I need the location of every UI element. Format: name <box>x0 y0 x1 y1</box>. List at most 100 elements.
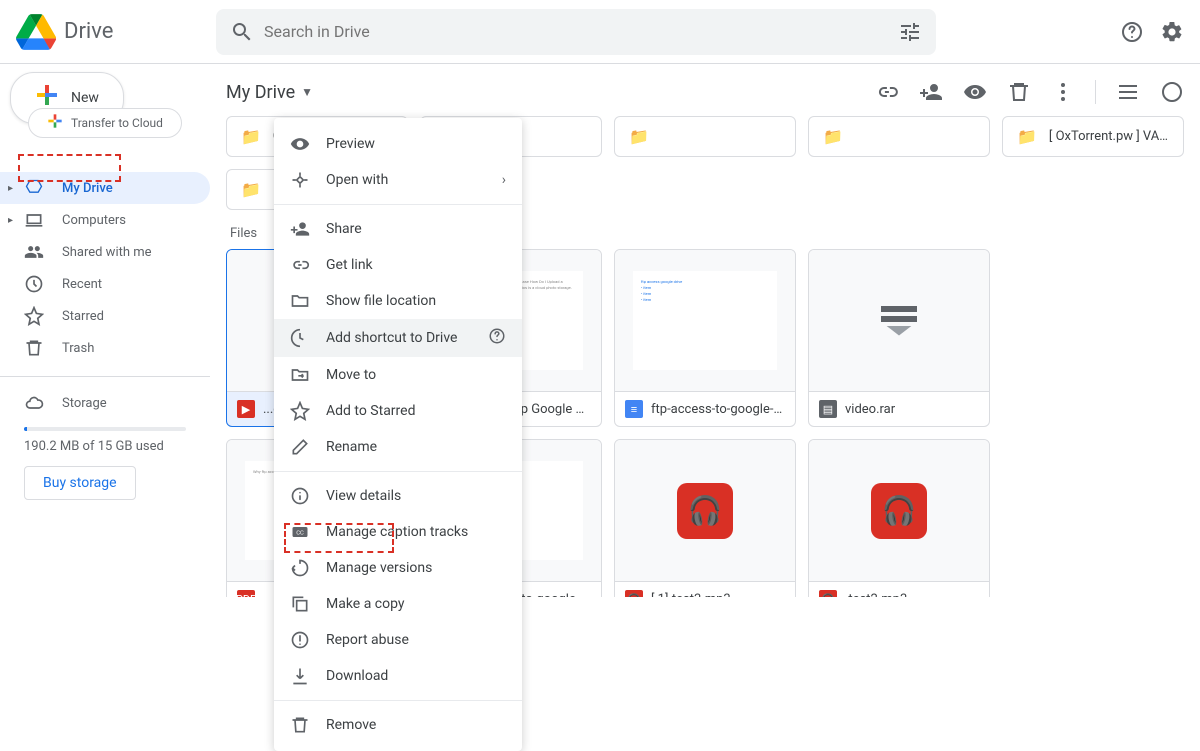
cloud-icon <box>24 393 44 413</box>
file-thumbnail: 🎧 <box>615 440 795 581</box>
rar-art-icon <box>879 301 919 341</box>
logo-wrap[interactable]: Drive <box>16 12 216 52</box>
menu-item-move-to[interactable]: Move to <box>274 357 522 393</box>
trash-icon <box>24 338 44 358</box>
shared-icon <box>24 242 44 262</box>
file-card[interactable]: 🎧 🎧.test2.mp3 <box>808 439 990 597</box>
nav-starred[interactable]: Starred <box>0 300 210 332</box>
report-icon <box>290 630 310 650</box>
buy-storage-button[interactable]: Buy storage <box>24 466 136 500</box>
menu-item-report-abuse[interactable]: Report abuse <box>274 622 522 658</box>
nav-computers[interactable]: ▸ Computers <box>0 204 210 236</box>
shortcut-icon <box>290 328 310 348</box>
folder-icon <box>290 291 310 311</box>
drive-nav-icon <box>24 178 44 198</box>
versions-icon <box>290 558 310 578</box>
rar-file-icon: ▤ <box>819 400 837 418</box>
menu-item-add-shortcut-to-drive[interactable]: Add shortcut to Drive <box>274 319 522 357</box>
file-card[interactable]: 🎧 🎧[ 1].test3.mp3 <box>614 439 796 597</box>
headphones-icon: 🎧 <box>871 483 927 539</box>
menu-item-remove[interactable]: Remove <box>274 707 522 743</box>
folder-chip[interactable]: 📁 <box>808 116 990 157</box>
storage-label: Storage <box>62 396 107 411</box>
menu-item-open-with[interactable]: Open with› <box>274 162 522 198</box>
eye-icon <box>290 134 310 154</box>
sidebar: New Transfer to Cloud ▸ My Drive ▸ Compu… <box>0 64 210 597</box>
menu-item-get-link[interactable]: Get link <box>274 247 522 283</box>
menu-item-rename[interactable]: Rename <box>274 429 522 465</box>
header: Drive <box>0 0 1200 64</box>
computers-icon <box>24 210 44 230</box>
nav: ▸ My Drive ▸ Computers Shared with me Re… <box>0 172 210 364</box>
help-icon[interactable] <box>1120 20 1144 44</box>
folder-icon: 📁 <box>823 127 843 146</box>
menu-item-view-details[interactable]: View details <box>274 478 522 514</box>
rename-icon <box>290 437 310 457</box>
folder-icon: 📁 <box>241 127 261 146</box>
chevron-down-icon: ▼ <box>301 85 313 99</box>
menu-item-manage-caption-tracks[interactable]: CCManage caption tracks <box>274 514 522 550</box>
menu-item-download[interactable]: Download <box>274 658 522 694</box>
folder-icon: 📁 <box>629 127 649 146</box>
settings-icon[interactable] <box>1160 20 1184 44</box>
menu-item-preview[interactable]: Preview <box>274 126 522 162</box>
plus-small-icon <box>47 113 63 133</box>
context-menu: PreviewOpen with› ShareGet linkShow file … <box>274 118 522 751</box>
info-icon[interactable] <box>1160 80 1184 104</box>
nav-storage[interactable]: Storage <box>24 387 186 419</box>
link-icon <box>290 255 310 275</box>
star-icon <box>24 306 44 326</box>
file-thumbnail: 🎧 <box>809 440 989 581</box>
breadcrumb[interactable]: My Drive ▼ <box>226 82 313 103</box>
delete-icon[interactable] <box>1007 80 1031 104</box>
header-actions <box>1120 20 1184 44</box>
nav-my-drive[interactable]: ▸ My Drive <box>0 172 210 204</box>
audio-file-icon: 🎧 <box>819 590 837 597</box>
doc-file-icon: ≡ <box>625 400 643 418</box>
audio-file-icon: 🎧 <box>625 590 643 597</box>
folder-icon: 📁 <box>1017 127 1037 146</box>
storage-bar <box>24 427 186 431</box>
chevron-right-icon: ▸ <box>8 183 13 194</box>
search-tune-icon[interactable] <box>898 20 922 44</box>
new-button-label: New <box>71 90 99 106</box>
folder-chip[interactable]: 📁[ OxTorrent.pw ] VA - HI... <box>1002 116 1184 157</box>
link-icon[interactable] <box>875 80 899 104</box>
drive-logo-icon <box>16 12 56 52</box>
file-card[interactable]: ▤video.rar <box>808 249 990 427</box>
storage-section: Storage 190.2 MB of 15 GB used Buy stora… <box>0 376 210 510</box>
nav-recent[interactable]: Recent <box>0 268 210 300</box>
video-file-icon: ▶ <box>237 400 255 418</box>
moveto-icon <box>290 365 310 385</box>
menu-item-share[interactable]: Share <box>274 211 522 247</box>
nav-label: Computers <box>62 213 126 228</box>
help-circle-icon <box>488 327 506 349</box>
search-bar[interactable] <box>216 9 936 55</box>
nav-label: Trash <box>62 341 94 356</box>
nav-label: My Drive <box>62 181 113 196</box>
nav-trash[interactable]: Trash <box>0 332 210 364</box>
menu-item-manage-versions[interactable]: Manage versions <box>274 550 522 586</box>
file-card[interactable]: ftp access google drive• item• item• ite… <box>614 249 796 427</box>
nav-shared[interactable]: Shared with me <box>0 236 210 268</box>
menu-item-make-a-copy[interactable]: Make a copy <box>274 586 522 622</box>
chevron-right-icon: › <box>502 172 506 188</box>
nav-label: Starred <box>62 309 104 324</box>
more-vert-icon[interactable] <box>1051 80 1075 104</box>
download-icon <box>290 666 310 686</box>
share-icon <box>290 219 310 239</box>
cc-icon: CC <box>290 522 310 542</box>
search-input[interactable] <box>264 22 898 41</box>
star-icon <box>290 401 310 421</box>
view-list-icon[interactable] <box>1116 80 1140 104</box>
menu-item-show-file-location[interactable]: Show file location <box>274 283 522 319</box>
nav-label: Shared with me <box>62 245 152 260</box>
pdf-file-icon: PDF <box>237 590 255 597</box>
eye-icon[interactable] <box>963 80 987 104</box>
file-thumbnail: ftp access google drive• item• item• ite… <box>615 250 795 391</box>
folder-chip[interactable]: 📁 <box>614 116 796 157</box>
transfer-to-cloud-pill[interactable]: Transfer to Cloud <box>28 108 182 138</box>
openwith-icon <box>290 170 310 190</box>
person-add-icon[interactable] <box>919 80 943 104</box>
menu-item-add-to-starred[interactable]: Add to Starred <box>274 393 522 429</box>
